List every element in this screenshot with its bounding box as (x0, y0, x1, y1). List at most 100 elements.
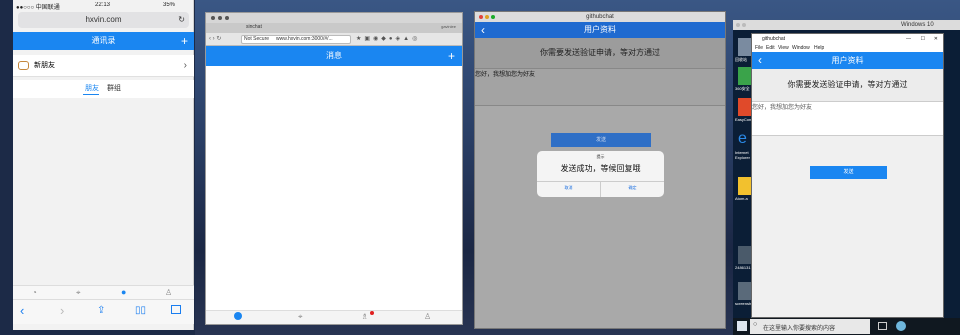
location-icon[interactable]: ⌖ (298, 312, 303, 322)
chat-icon[interactable] (234, 312, 242, 320)
notification-badge (370, 311, 374, 315)
chevron-right-icon: › (183, 60, 187, 71)
desktop-icon-label: Atom.a (735, 196, 748, 201)
new-friend-label: 新朋友 (34, 62, 55, 69)
page-title: 消息 (326, 51, 342, 60)
profile-icon[interactable]: ♙ (165, 288, 172, 297)
verification-message-input[interactable]: 您好，我想加您为好友 (475, 68, 725, 106)
githubchat-window-windows: githubchat — ☐ ✕ File Edit View Window H… (751, 33, 944, 318)
messages-list (206, 66, 462, 313)
menu-window[interactable]: Window (792, 44, 810, 52)
mac-browser-window: sinchat gavinlee ‹ › ↻ Not Secure www.hx… (205, 12, 463, 325)
app-bottom-nav: ⌖ ♗ ♙ (206, 310, 462, 324)
new-friend-item[interactable]: 新朋友 › (13, 55, 194, 77)
share-icon[interactable]: ⇪ (97, 305, 105, 316)
message-text: 您好，我想加您为好友 (475, 72, 536, 78)
contacts-icon[interactable]: ● (121, 287, 126, 297)
send-button[interactable]: 发送 (551, 133, 651, 147)
desktop-icon-label: 2486131 (735, 265, 751, 270)
chat-icon[interactable]: ◔ (32, 288, 37, 297)
back-icon[interactable]: ‹ › ↻ (209, 35, 221, 42)
tab-bar: sinchat gavinlee (206, 23, 462, 33)
extension-icons[interactable]: ★▣◉◆●◈▲◎ (356, 35, 420, 42)
dialog-cancel-button[interactable]: 取消 (537, 185, 600, 191)
menu-view[interactable]: View (778, 44, 789, 52)
desktop-icon-label: Internet Explorer (735, 150, 750, 160)
verification-notice: 你需要发送验证申请，等对方通过 (752, 69, 943, 101)
taskbar-search-box[interactable]: ○ 在这里输入你要搜索的内容 (750, 319, 870, 334)
minimize-icon[interactable]: — (906, 34, 911, 44)
location-icon[interactable]: ⌖ (76, 288, 81, 298)
close-icon[interactable]: ✕ (934, 34, 938, 44)
iphone-screen: ●●○○○ 中国联通 22:13 35% hxvin.com ↻ 通讯录 + 新… (13, 0, 194, 330)
contacts-tabs: 朋友 群组 (13, 80, 194, 98)
profile-icon[interactable]: ♙ (424, 312, 431, 321)
vm-titlebar: Windows 10 (733, 20, 960, 30)
close-icon[interactable] (736, 23, 740, 27)
windows-taskbar: ○ 在这里输入你要搜索的内容 (733, 318, 960, 335)
url-text: hxvin.com (85, 15, 122, 24)
search-icon: ○ (753, 321, 758, 328)
active-tab-indicator (83, 94, 99, 95)
desktop-icon-label: 回收站 (735, 57, 747, 62)
clock: 22:13 (95, 2, 111, 8)
window-title: githubchat (586, 14, 614, 20)
task-view-icon[interactable] (878, 322, 887, 330)
alert-dialog: 提示 发送成功，等候回复哦 取消 确定 (537, 151, 664, 197)
url-bar[interactable]: hxvin.com ↻ (18, 12, 189, 28)
carrier-label: ●●○○○ 中国联通 (16, 5, 60, 11)
minimize-icon[interactable] (485, 15, 489, 19)
githubchat-taskbar-icon[interactable] (896, 321, 906, 331)
contacts-header: 通讯录 + (13, 32, 194, 50)
bookmarks-icon[interactable]: ▯▯ (135, 305, 146, 316)
close-icon[interactable] (211, 16, 215, 20)
status-bar: ●●○○○ 中国联通 22:13 35% (13, 0, 194, 12)
send-button[interactable]: 发送 (810, 166, 887, 179)
zoom-icon[interactable] (225, 16, 229, 20)
search-placeholder: 在这里输入你要搜索的内容 (763, 326, 836, 332)
zoom-icon[interactable] (491, 15, 495, 19)
add-icon[interactable]: + (181, 32, 188, 50)
address-text: www.hxvin.com:3000/#/... (276, 36, 333, 42)
forward-icon[interactable]: › (60, 303, 64, 318)
user-label: gavinlee (441, 24, 456, 29)
add-icon[interactable]: + (448, 46, 455, 66)
close-icon[interactable] (479, 15, 483, 19)
messages-header: 消息 + (206, 46, 462, 66)
app-bottom-nav: ◔ ⌖ ● ♙ (13, 285, 194, 299)
safari-toolbar: ‹ › ⇪ ▯▯ (13, 299, 194, 324)
back-icon[interactable]: ‹ (481, 22, 485, 38)
new-friend-icon (18, 61, 29, 70)
minimize-icon[interactable] (218, 16, 222, 20)
back-icon[interactable]: ‹ (758, 52, 762, 69)
maximize-icon[interactable]: ☐ (921, 34, 925, 44)
contacts-icon[interactable]: ♗ (361, 312, 368, 321)
address-bar-row: ‹ › ↻ Not Secure www.hxvin.com:3000/#/..… (206, 33, 462, 46)
start-icon[interactable] (737, 321, 747, 331)
verification-notice: 你需要发送验证申请，等对方通过 (475, 38, 725, 68)
menu-edit[interactable]: Edit (766, 44, 775, 52)
minimize-icon[interactable] (742, 23, 746, 27)
tab-groups[interactable]: 群组 (107, 83, 121, 93)
menu-help[interactable]: Help (814, 44, 824, 52)
browser-titlebar (206, 13, 462, 23)
battery-label: 35% (163, 2, 176, 8)
window-title: githubchat (762, 36, 786, 42)
menu-file[interactable]: File (755, 44, 763, 52)
githubchat-window-mac: githubchat ‹ 用户资料 你需要发送验证申请，等对方通过 您好，我想加… (474, 11, 726, 329)
page-title: 用户资料 (584, 25, 616, 34)
profile-header: ‹ 用户资料 (752, 52, 943, 69)
dialog-ok-button[interactable]: 确定 (601, 185, 664, 191)
message-text: 您好，我想加您为好友 (752, 105, 813, 111)
back-icon[interactable]: ‹ (20, 303, 24, 318)
verification-message-input[interactable]: 您好，我想加您为好友 (752, 101, 943, 136)
tabs-icon[interactable] (171, 305, 181, 314)
tab-title[interactable]: sinchat (246, 24, 262, 30)
page-title: 通讯录 (91, 36, 116, 45)
profile-header: ‹ 用户资料 (475, 22, 725, 38)
reload-icon[interactable]: ↻ (178, 12, 185, 28)
window-titlebar: githubchat (475, 12, 725, 22)
desktop-icon-label: 360安全 (735, 86, 750, 91)
not-secure-label: Not Secure (244, 36, 270, 42)
tab-friends[interactable]: 朋友 (85, 83, 99, 93)
